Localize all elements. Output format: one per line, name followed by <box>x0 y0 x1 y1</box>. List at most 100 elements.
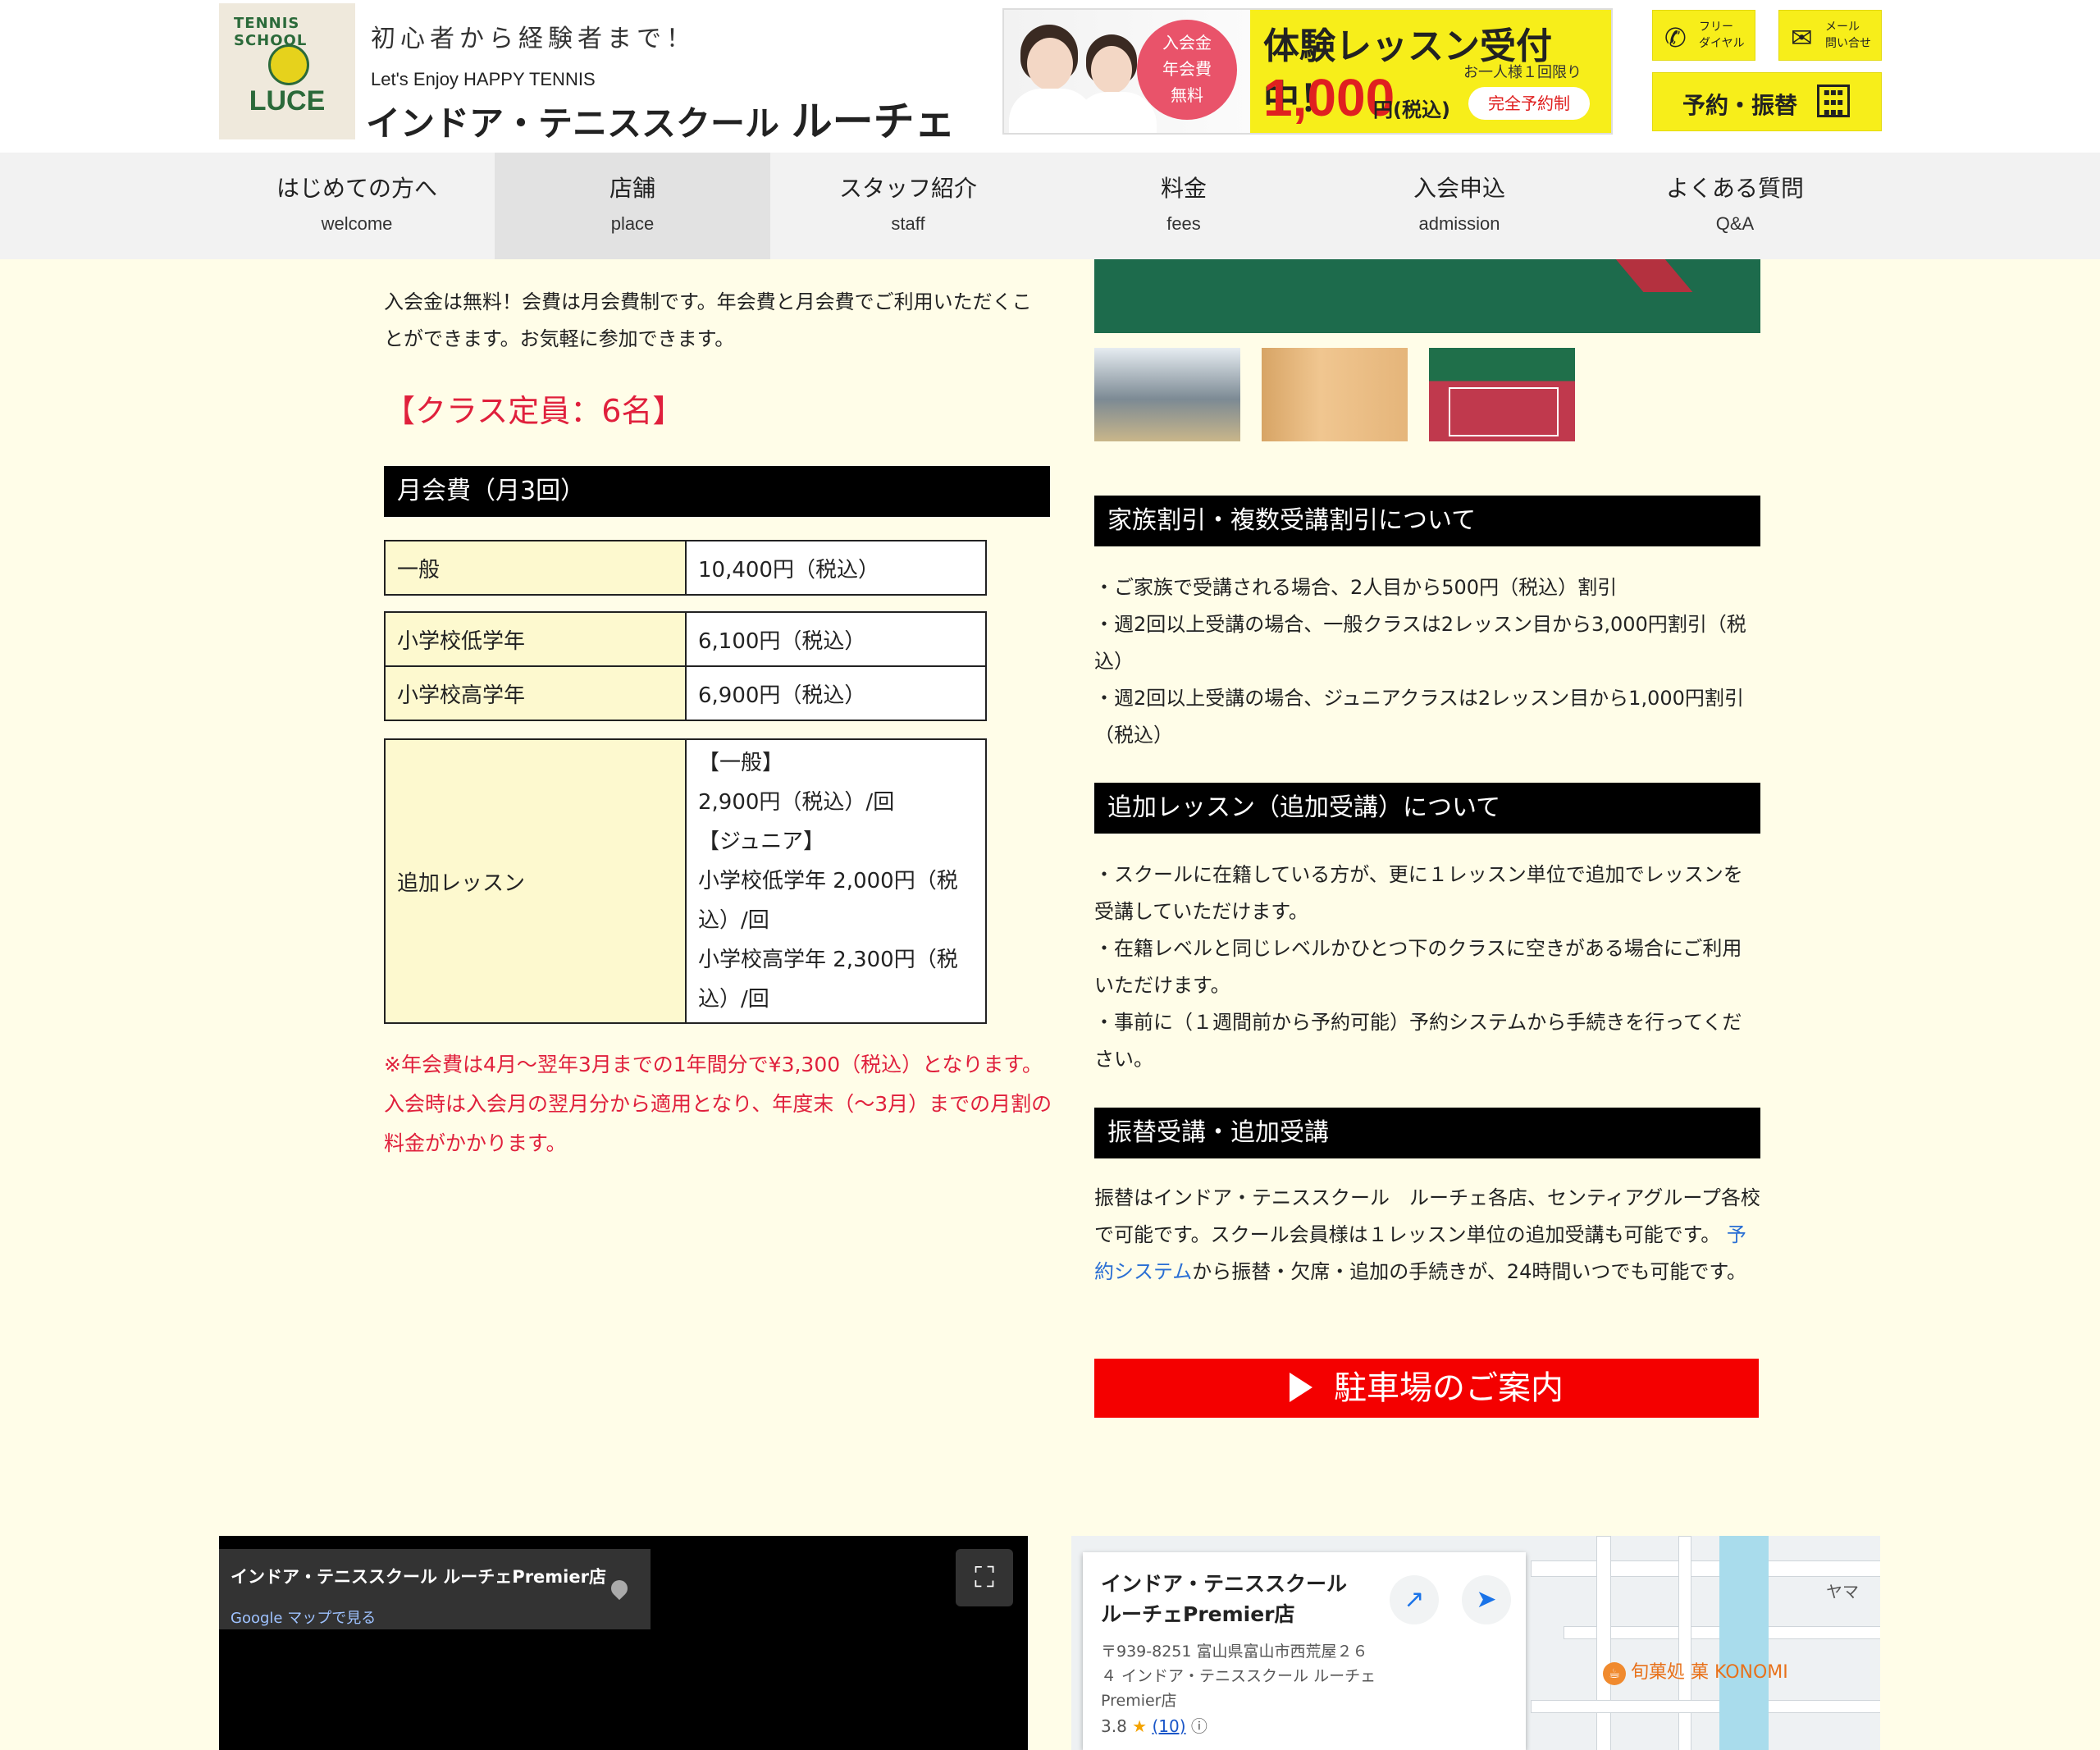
view-in-google-maps-link[interactable]: Google マップで見る <box>231 1606 376 1628</box>
fee-line: 込）/回 <box>698 908 769 933</box>
list-item: ・週2回以上受講の場合、一般クラスは2レッスン目から3,000円割引（税込） <box>1094 613 1746 673</box>
fee-line: 小学校高学年 2,300円（税 <box>698 948 958 972</box>
map-place-title: インドア・テニススクール ルーチェPremier店 <box>231 1567 606 1587</box>
fee-line: 【一般】 <box>698 751 784 775</box>
logo-arc-text: TENNIS SCHOOL <box>234 15 308 49</box>
free-dial-button[interactable]: ✆ フリー ダイヤル <box>1652 10 1755 61</box>
nav-item-welcome[interactable]: はじめての方へ welcome <box>219 153 495 259</box>
embedded-map[interactable]: ☕ 旬菓処 菓 KONOMI ヤマ インドア・テニススクール ルーチェPremie… <box>1071 1536 1880 1750</box>
info-icon[interactable]: ⓘ <box>1191 1716 1208 1736</box>
tagline: 初心者から経験者まで！ <box>371 25 696 53</box>
class-capacity: 【クラス定員：6名】 <box>384 393 684 429</box>
fee-intro-text: 入会金は無料！会費は月会費制です。年会費と月会費でご利用いただくことができます。… <box>384 290 1032 350</box>
directions-icon[interactable]: ➤ <box>1462 1575 1511 1624</box>
nav-label-jp: 店舗 <box>609 175 655 202</box>
fullscreen-icon[interactable]: ⛶ <box>956 1549 1013 1606</box>
nav-item-fees[interactable]: 料金 fees <box>1046 153 1322 259</box>
transfer-text-before: 振替はインドア・テニススクール ルーチェ各店、センティアグループ各校で可能です。… <box>1094 1186 1760 1246</box>
cafe-icon: ☕ <box>1603 1662 1626 1685</box>
review-count-link[interactable]: (10) <box>1152 1716 1185 1736</box>
calendar-icon: ▪▪▪ ▪▪▪ ▪▪▪ <box>1817 85 1850 117</box>
transfer-text-after: から振替・欠席・追加の手続きが、24時間いつでも可能です。 <box>1192 1260 1746 1283</box>
school-name-main: ルーチェ <box>791 98 956 145</box>
nav-label-en: admission <box>1418 213 1500 234</box>
nav-label-jp: よくある質問 <box>1665 175 1804 202</box>
fee-line: 小学校低学年 2,000円（税 <box>698 869 958 893</box>
fee-table-junior: 小学校低学年 6,100円（税込） 小学校高学年 6,900円（税込） <box>384 611 987 721</box>
nav-label-jp: スタッフ紹介 <box>838 175 977 202</box>
phone-icon: ✆ <box>1664 22 1687 53</box>
fee-value: 6,900円（税込） <box>685 665 987 721</box>
transfer-text: 振替はインドア・テニススクール ルーチェ各店、センティアグループ各校で可能です。… <box>1094 1180 1760 1291</box>
fee-table-extra: 追加レッスン 【一般】 2,900円（税込）/回 【ジュニア】 小学校低学年 2… <box>384 738 987 1024</box>
logo-wordmark: LUCE <box>249 85 326 117</box>
family-discount-text: ・ご家族で受講される場合、2人目から500円（税込）割引 ・週2回以上受講の場合… <box>1094 569 1760 754</box>
shower-room-thumbnail[interactable] <box>1262 348 1408 441</box>
school-name-prefix: インドア・テニススクール <box>366 103 780 144</box>
mail-icon: ✉ <box>1791 22 1813 53</box>
table-row: 小学校高学年 6,900円（税込） <box>384 665 987 721</box>
fee-value: 6,100円（税込） <box>685 611 987 667</box>
site-header: TENNIS SCHOOL LUCE 初心者から経験者まで！ Let's Enj… <box>0 0 2100 153</box>
subtagline: Let's Enjoy HAPPY TENNIS <box>371 69 596 89</box>
court-thumbnail[interactable] <box>1429 348 1575 441</box>
fee-label: 追加レッスン <box>384 738 687 1024</box>
mail-inquiry-button[interactable]: ✉ メール 問い合せ <box>1778 10 1882 61</box>
rating-value: 3.8 <box>1101 1716 1127 1736</box>
place-name: インドア・テニススクール ルーチェPremier店 <box>1101 1572 1348 1626</box>
nav-item-staff[interactable]: スタッフ紹介 staff <box>770 153 1046 259</box>
nav-label-jp: はじめての方へ <box>276 175 437 202</box>
nav-label-en: place <box>610 213 655 234</box>
list-item: ・ご家族で受講される場合、2人目から500円（税込）割引 <box>1094 576 1618 599</box>
nav-label-en: fees <box>1166 213 1201 234</box>
fee-table-general: 一般 10,400円（税込） <box>384 540 987 596</box>
list-item: ・週2回以上受講の場合、ジュニアクラスは2レッスン目から1,000円割引（税込） <box>1094 687 1744 747</box>
transfer-heading: 振替受講・追加受講 <box>1094 1108 1760 1158</box>
tennis-ball-icon <box>268 44 309 85</box>
nav-label-en: welcome <box>321 213 393 234</box>
badge-text: 入会金 年会費 無料 <box>1162 33 1212 105</box>
annual-fee-note: ※年会費は4月～翌年3月までの1年間分で¥3,300（税込）となります。入会時は… <box>384 1053 1052 1155</box>
extra-lesson-heading: 追加レッスン（追加受講）について <box>1094 783 1760 834</box>
nav-label-en: staff <box>891 213 925 234</box>
extra-lesson-text: ・スクールに在籍している方が、更に１レッスン単位で追加でレッスンを受講していただ… <box>1094 857 1760 1078</box>
reserve-transfer-button[interactable]: 予約・振替 ▪▪▪ ▪▪▪ ▪▪▪ <box>1652 72 1882 131</box>
parking-info-button[interactable]: 駐車場のご案内 <box>1094 1359 1759 1418</box>
list-item: ・事前に（１週間前から予約可能）予約システムから手続きを行ってください。 <box>1094 1011 1742 1071</box>
nav-item-qa[interactable]: よくある質問 Q&A <box>1597 153 1873 259</box>
free-fee-badge: 入会金 年会費 無料 <box>1137 20 1237 120</box>
nav-label-jp: 料金 <box>1160 175 1207 202</box>
poi-label: 旬菓処 菓 KONOMI <box>1631 1662 1788 1683</box>
lounge-thumbnail[interactable] <box>1094 348 1240 441</box>
table-row: 小学校低学年 6,100円（税込） <box>384 611 987 667</box>
school-name[interactable]: インドア・テニススクール ルーチェ <box>366 89 956 148</box>
embedded-map-dark[interactable]: インドア・テニススクール ルーチェPremier店 Google マップで見る … <box>219 1536 1028 1750</box>
nav-label-jp: 入会申込 <box>1413 175 1505 202</box>
trial-lesson-banner[interactable]: 入会金 年会費 無料 体験レッスン受付中！ お一人様１回限り 1,000 円(税… <box>1002 8 1613 135</box>
school-logo[interactable]: TENNIS SCHOOL LUCE <box>219 3 355 139</box>
family-discount-heading: 家族割引・複数受講割引について <box>1094 496 1760 546</box>
main-nav: はじめての方へ welcome 店舗 place スタッフ紹介 staff 料金… <box>0 153 2100 259</box>
free-dial-label: フリー ダイヤル <box>1699 21 1745 50</box>
river <box>1719 1536 1769 1750</box>
open-external-icon[interactable]: ↗ <box>1390 1575 1439 1624</box>
fee-line: 【ジュニア】 <box>698 829 825 854</box>
map-poi[interactable]: ☕ 旬菓処 菓 KONOMI <box>1603 1657 1788 1685</box>
court-photo <box>1094 259 1760 333</box>
monthly-fee-heading: 月会費（月3回） <box>384 466 1050 517</box>
fee-label: 一般 <box>384 540 687 596</box>
fee-label: 小学校高学年 <box>384 665 687 721</box>
mail-label: メール 問い合せ <box>1825 21 1871 50</box>
reserve-label: 予約・振替 <box>1682 92 1798 119</box>
map-title-card: インドア・テニススクール ルーチェPremier店 Google マップで見る <box>219 1549 651 1629</box>
nav-item-place[interactable]: 店舗 place <box>495 153 770 259</box>
place-address: 〒939-8251 富山県富山市西荒屋２６４ インドア・テニススクール ルーチェ… <box>1101 1643 1376 1710</box>
table-row: 一般 10,400円（税込） <box>384 540 987 596</box>
star-icon: ★ <box>1132 1716 1148 1736</box>
fee-line: 2,900円（税込）/回 <box>698 790 895 815</box>
parking-label: 駐車場のご案内 <box>1334 1369 1564 1407</box>
place-info-card: インドア・テニススクール ルーチェPremier店 〒939-8251 富山県富… <box>1083 1552 1526 1750</box>
banner-price-unit: 円(税込) <box>1373 98 1450 121</box>
map-edge-label: ヤマ <box>1826 1582 1859 1602</box>
nav-item-admission[interactable]: 入会申込 admission <box>1322 153 1597 259</box>
